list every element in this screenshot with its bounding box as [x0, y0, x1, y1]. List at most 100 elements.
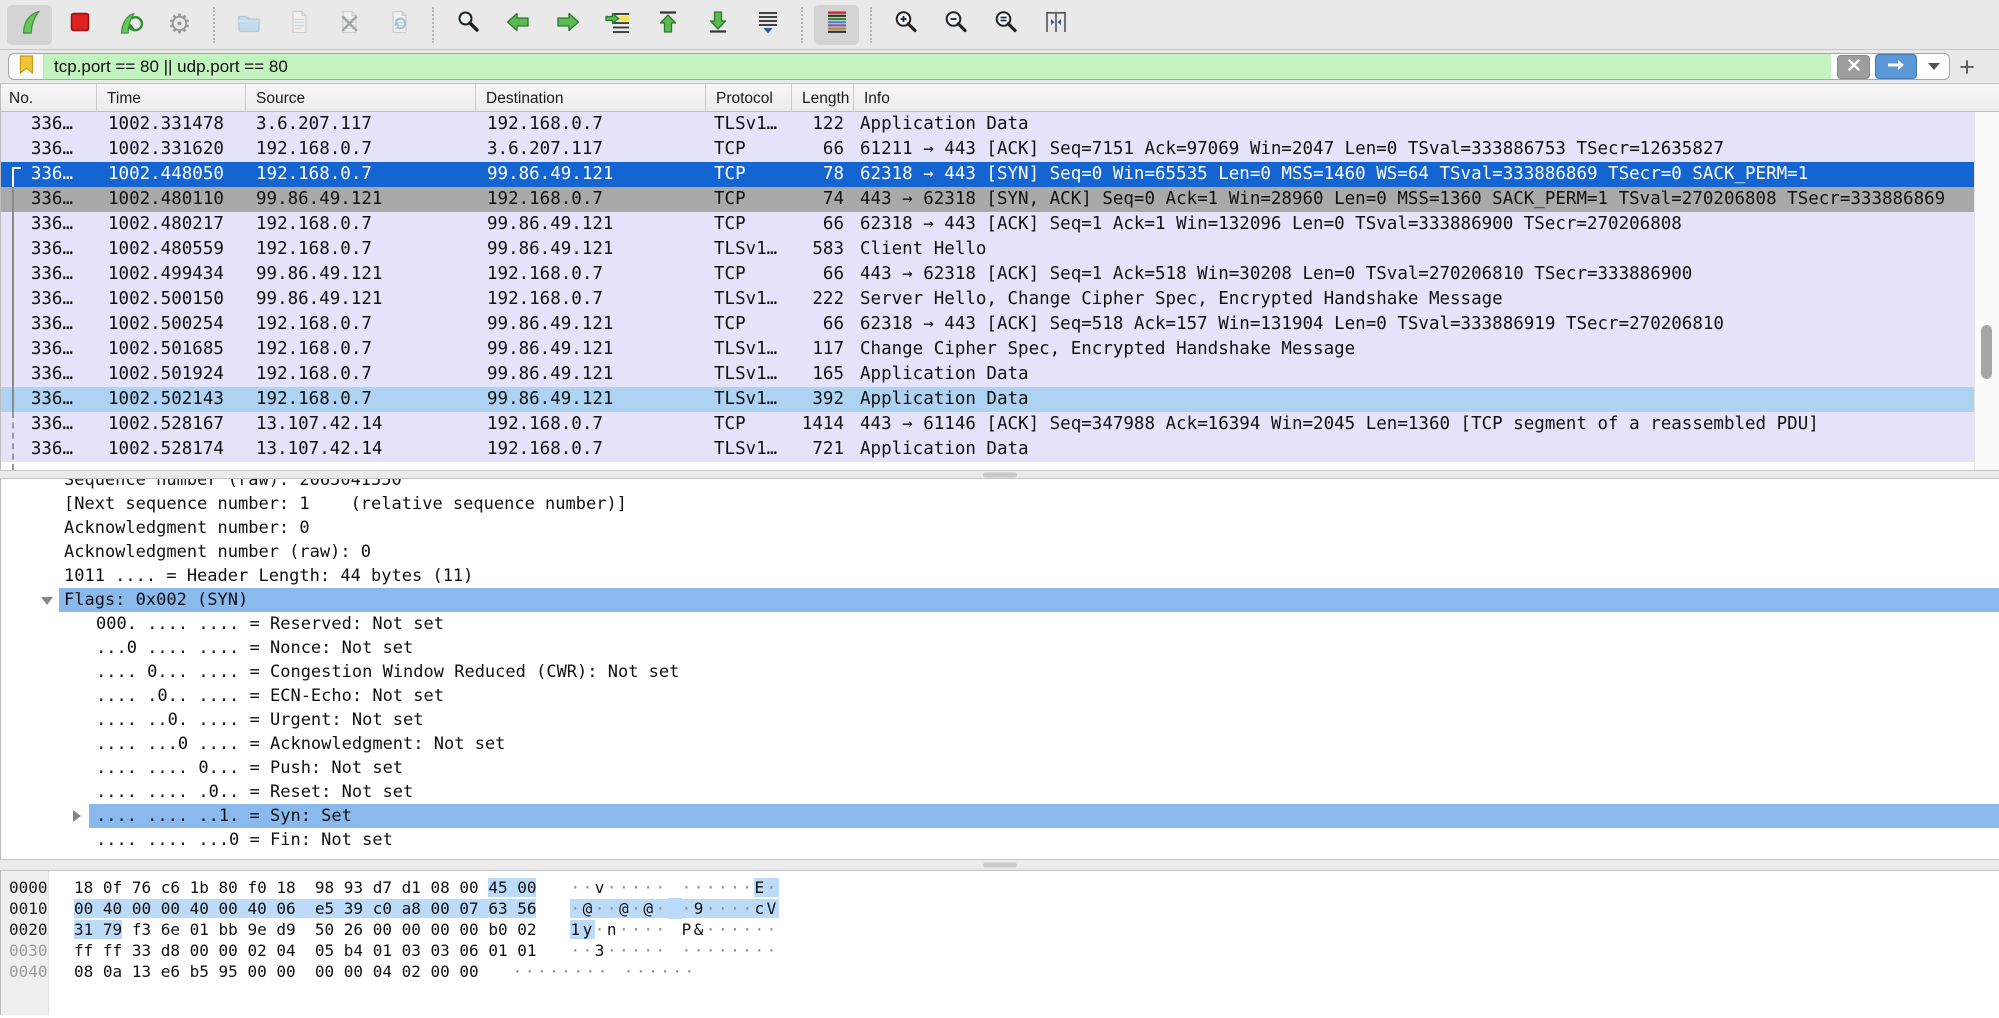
hex-ascii: 1y·n···· P&······ — [570, 920, 778, 939]
detail-text: ...0 .... .... = Nonce: Not set — [96, 638, 413, 658]
packet-row[interactable]: 336…1002.480217192.168.0.799.86.49.121TC… — [1, 212, 1999, 237]
stop-capture-button[interactable] — [57, 5, 102, 45]
detail-line[interactable]: 000. .... .... = Reserved: Not set — [1, 612, 1999, 636]
go-next-packet-button[interactable] — [545, 5, 590, 45]
packet-row[interactable]: 336…1002.331620192.168.0.73.6.207.117TCP… — [1, 137, 1999, 162]
detail-line[interactable]: Acknowledgment number: 0 — [1, 516, 1999, 540]
column-header-info[interactable]: Info — [854, 84, 1999, 111]
autoscroll-icon — [754, 8, 782, 41]
cell-info: 61211 → 443 [ACK] Seq=7151 Ack=97069 Win… — [854, 137, 1999, 162]
column-header-time[interactable]: Time — [97, 84, 246, 111]
column-header-destination[interactable]: Destination — [476, 84, 706, 111]
go-last-packet-button[interactable] — [695, 5, 740, 45]
detail-line[interactable]: Flags: 0x002 (SYN) — [1, 588, 1999, 612]
resize-columns-button[interactable] — [1033, 5, 1078, 45]
hex-row[interactable]: 002031 79 f3 6e 01 bb 9e d9 50 26 00 00 … — [1, 919, 1999, 940]
filter-add-button[interactable]: + — [1950, 52, 1984, 82]
zoom-reset-button[interactable] — [983, 5, 1028, 45]
packet-row[interactable]: 336…1002.501924192.168.0.799.86.49.121TL… — [1, 362, 1999, 387]
find-packet-button[interactable] — [445, 5, 490, 45]
detail-line[interactable]: .... .... ...0 = Fin: Not set — [1, 828, 1999, 852]
cell-info: Application Data — [854, 437, 1999, 462]
packet-row[interactable]: 336…1002.500254192.168.0.799.86.49.121TC… — [1, 312, 1999, 337]
packet-row[interactable]: 336…1002.48011099.86.49.121192.168.0.7TC… — [1, 187, 1999, 212]
cell-protocol: TLSv1… — [706, 237, 792, 262]
column-header-source[interactable]: Source — [246, 84, 476, 111]
cell-destination: 192.168.0.7 — [476, 287, 706, 312]
detail-text: Sequence number (raw): 2065041550 — [64, 479, 402, 490]
bookmark-icon — [19, 55, 34, 79]
hex-bytes: 31 79 f3 6e 01 bb 9e d9 50 26 00 00 00 0… — [74, 920, 536, 939]
detail-line[interactable]: .... ...0 .... = Acknowledgment: Not set — [1, 732, 1999, 756]
display-filter-field[interactable]: tcp.port == 80 || udp.port == 80 — [8, 53, 1950, 80]
cell-source: 13.107.42.14 — [246, 437, 476, 462]
filter-expression-input[interactable]: tcp.port == 80 || udp.port == 80 — [44, 57, 1831, 77]
detail-line[interactable]: Acknowledgment number (raw): 0 — [1, 540, 1999, 564]
detail-line[interactable]: .... .... ..1. = Syn: Set — [1, 804, 1999, 828]
main-toolbar: ⚙ — [0, 0, 1999, 50]
filter-history-dropdown-icon[interactable] — [1928, 63, 1940, 70]
close-file-button[interactable] — [326, 5, 371, 45]
detail-line[interactable]: 1011 .... = Header Length: 44 bytes (11) — [1, 564, 1999, 588]
detail-line[interactable]: .... 0... .... = Congestion Window Reduc… — [1, 660, 1999, 684]
restart-capture-button[interactable] — [107, 5, 152, 45]
start-capture-button[interactable] — [7, 5, 52, 45]
cell-protocol: TLSv1… — [706, 362, 792, 387]
hex-row[interactable]: 004008 0a 13 e6 b5 95 00 00 00 00 04 02 … — [1, 961, 1999, 982]
cell-protocol: TLSv1… — [706, 112, 792, 137]
packet-row[interactable]: 336…1002.49943499.86.49.121192.168.0.7TC… — [1, 262, 1999, 287]
toolbar-separator — [213, 7, 215, 43]
hex-row[interactable]: 001000 40 00 00 40 00 40 06 e5 39 c0 a8 … — [1, 898, 1999, 919]
detail-line[interactable]: ...0 .... .... = Nonce: Not set — [1, 636, 1999, 660]
zoom-out-button[interactable] — [933, 5, 978, 45]
packet-row[interactable]: 336…1002.502143192.168.0.799.86.49.121TL… — [1, 387, 1999, 412]
column-header-length[interactable]: Length — [792, 84, 854, 111]
save-file-button[interactable] — [276, 5, 321, 45]
capture-options-button[interactable]: ⚙ — [157, 5, 202, 45]
filter-apply-button[interactable] — [1875, 54, 1917, 79]
packet-row[interactable]: 336…1002.52816713.107.42.14192.168.0.7TC… — [1, 412, 1999, 437]
hex-row[interactable]: 0030ff ff 33 d8 00 00 02 04 05 b4 01 03 … — [1, 940, 1999, 961]
scrollbar-thumb[interactable] — [1981, 325, 1992, 379]
zoom-in-button[interactable] — [883, 5, 928, 45]
cell-destination: 99.86.49.121 — [476, 162, 706, 187]
detail-line[interactable]: .... .... .0.. = Reset: Not set — [1, 780, 1999, 804]
detail-text: .... .0.. .... = ECN-Echo: Not set — [96, 686, 444, 706]
packet-row[interactable]: 336…1002.480559192.168.0.799.86.49.121TL… — [1, 237, 1999, 262]
open-file-button[interactable] — [226, 5, 271, 45]
colorize-packets-button[interactable] — [814, 5, 859, 45]
detail-line[interactable]: Sequence number (raw): 2065041550 — [1, 479, 1999, 492]
expander-closed-icon[interactable] — [73, 810, 81, 822]
packet-row[interactable]: 336…1002.50015099.86.49.121192.168.0.7TL… — [1, 287, 1999, 312]
column-header-no[interactable]: No. — [1, 84, 97, 111]
arrow-down-bar-icon — [704, 8, 732, 41]
detail-line[interactable]: .... .0.. .... = ECN-Echo: Not set — [1, 684, 1999, 708]
arrow-left-icon — [504, 8, 532, 41]
reload-file-button[interactable] — [376, 5, 421, 45]
detail-line[interactable]: [Next sequence number: 1 (relative seque… — [1, 492, 1999, 516]
detail-text: Acknowledgment number: 0 — [64, 518, 310, 538]
go-to-packet-button[interactable] — [595, 5, 640, 45]
detail-line[interactable]: .... ..0. .... = Urgent: Not set — [1, 708, 1999, 732]
packet-list-scrollbar[interactable] — [1974, 112, 1999, 470]
packet-row[interactable]: 336…1002.52817413.107.42.14192.168.0.7TL… — [1, 437, 1999, 462]
auto-scroll-button[interactable] — [745, 5, 790, 45]
zoom-reset-icon — [992, 8, 1020, 41]
go-first-packet-button[interactable] — [645, 5, 690, 45]
pane-splitter-top[interactable] — [0, 470, 1999, 479]
detail-line[interactable]: .... .... 0... = Push: Not set — [1, 756, 1999, 780]
packet-row[interactable]: 336…1002.448050192.168.0.799.86.49.121TC… — [1, 162, 1999, 187]
pane-splitter-bottom[interactable] — [0, 859, 1999, 871]
column-header-protocol[interactable]: Protocol — [706, 84, 792, 111]
cell-protocol: TLSv1… — [706, 287, 792, 312]
go-previous-packet-button[interactable] — [495, 5, 540, 45]
packet-row[interactable]: 336…1002.3314783.6.207.117192.168.0.7TLS… — [1, 112, 1999, 137]
filter-bookmark-button[interactable] — [9, 54, 44, 79]
hex-row[interactable]: 000018 0f 76 c6 1b 80 f0 18 98 93 d7 d1 … — [1, 877, 1999, 898]
cell-destination: 192.168.0.7 — [476, 412, 706, 437]
cell-no: 336… — [1, 237, 97, 262]
expander-open-icon[interactable] — [41, 597, 53, 605]
filter-clear-button[interactable] — [1837, 55, 1870, 79]
packet-row[interactable]: 336…1002.501685192.168.0.799.86.49.121TL… — [1, 337, 1999, 362]
cell-no: 336… — [1, 137, 97, 162]
